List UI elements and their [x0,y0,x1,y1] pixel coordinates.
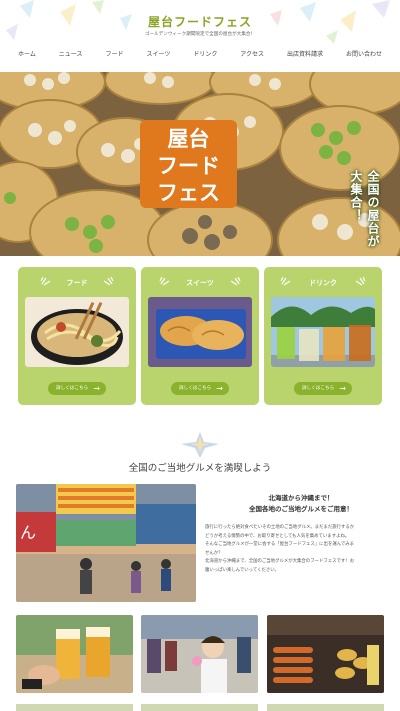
intro-body-line: 腹いっぱい楽しんでいってください。 [205,567,280,573]
food-details-button[interactable]: 詳しくはこちら → [48,382,106,395]
intro-body-line: 北海道から沖縄まで、全国のご当地グルメが大集合のフードフェスです！お [205,559,355,564]
arrow-right-icon: → [216,384,223,393]
hero-vertical-text: 全国の屋台が大集合！ [349,170,380,248]
site-title[interactable]: 屋台フードフェス [0,13,400,30]
card-food[interactable]: フード 詳しくはこちら → [18,267,136,405]
sparkle-decoration-icon [181,432,219,458]
site-header: 屋台フードフェス ゴールデンウィーク期間限定で全国の屋台が大集合！ ホーム ニュ… [0,0,400,72]
grill-photo [267,615,384,693]
hero-logo-line3: フェス [157,180,220,205]
arrow-right-icon: → [339,384,346,393]
nav-item-access[interactable]: アクセス [240,49,264,58]
intro-heading: 北海道から沖縄まで！ 全国各地のご当地グルメをご用意！ [212,493,390,515]
nav-item-contact[interactable]: お問い合わせ [346,49,382,58]
main-nav: ホーム ニュース フード スイーツ ドリンク アクセス 出店資料請求 お問い合わ… [18,49,382,58]
intro-heading-line1: 北海道から沖縄まで！ [268,494,334,502]
gallery-photo-partial [267,704,384,711]
intro-body-line: せんか？ [205,550,223,556]
hero-logo-line1: 屋台 [167,126,210,151]
beer-photo [16,615,133,693]
arrow-right-icon: → [93,384,100,393]
child-photo [141,615,258,693]
svg-text:ん: ん [20,523,36,542]
button-label: 詳しくはこちら [302,386,335,391]
drinks-photo [271,297,375,367]
ray-right-icon [103,276,114,286]
button-label: 詳しくはこちら [179,386,212,391]
intro-body-line: そんなご当地グルメが一堂に会する「屋台フードフェス」に出を運んでみま [205,542,355,547]
nav-item-news[interactable]: ニュース [59,49,83,58]
taiyaki-photo [148,297,252,367]
nav-item-drink[interactable]: ドリンク [193,49,217,58]
nav-item-vendor-request[interactable]: 出店資料請求 [287,49,323,58]
gallery-photo-partial [16,704,133,711]
ray-right-icon [355,276,366,286]
sweets-details-button[interactable]: 詳しくはこちら → [171,382,229,395]
gallery-photo-partial [141,704,258,711]
site-subtitle: ゴールデンウィーク期間限定で全国の屋台が大集合！ [144,32,256,37]
card-title: フード [66,278,88,287]
button-label: 詳しくはこちら [56,386,89,391]
hero-logo: 屋台 フード フェス [140,120,237,208]
festival-stalls-photo: ん [16,484,196,602]
ramen-photo [25,297,129,367]
card-sweets[interactable]: スイーツ 詳しくはこちら → [141,267,259,405]
card-drink[interactable]: ドリンク 詳しくはこちら → [264,267,382,405]
drink-details-button[interactable]: 詳しくはこちら → [294,382,352,395]
card-title: スイーツ [186,278,214,287]
intro-body: 旅行に行ったら絶対食べたいその土地のご当地グルメ。まだまだ旅行するか どうか考え… [205,524,387,575]
intro-heading-line2: 全国各地のご当地グルメをご用意！ [249,505,353,513]
intro-body-line: 旅行に行ったら絶対食べたいその土地のご当地グルメ。まだまだ旅行するか [205,525,355,530]
section-title: 全国のご当地グルメを満喫しよう [128,463,272,474]
nav-item-home[interactable]: ホーム [18,49,36,58]
nav-item-food[interactable]: フード [105,49,123,58]
nav-item-sweets[interactable]: スイーツ [146,49,170,58]
ray-right-icon [230,276,241,286]
hero-logo-line2: フード [157,153,220,178]
intro-body-line: どうか考える情勢の中で、お取り寄せとしても人気を集めていますよね。 [205,533,350,539]
